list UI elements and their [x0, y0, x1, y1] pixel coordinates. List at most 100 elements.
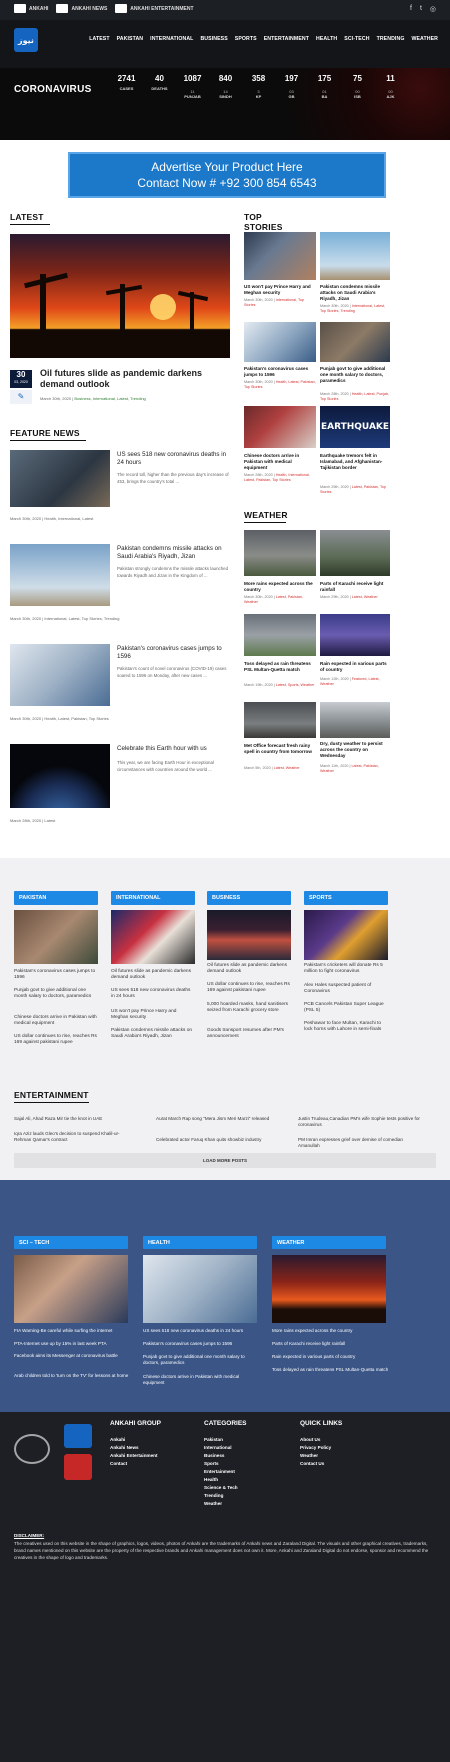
category-thumb-pakistan[interactable] [14, 910, 98, 964]
bottom-weather-item-1[interactable]: More rains expected across the country [272, 1328, 390, 1334]
bottom-health-item-4[interactable]: Chinese doctors arrive in Pakistan with … [143, 1374, 261, 1386]
feature-title-2[interactable]: Pakistan condemns missile attacks on Sau… [117, 545, 232, 561]
feature-title-1[interactable]: US sees 518 new coronavirus deaths in 24… [117, 451, 232, 467]
bottom-sci-tech-item-1[interactable]: FIA Warning-Be careful while surfing the… [14, 1328, 132, 1334]
facebook-icon[interactable]: f [410, 5, 412, 13]
bottom-category-button-sci-tech[interactable]: SCI – TECH [14, 1236, 128, 1249]
top-story-title-6[interactable]: Earthquake tremors felt in Islamabad, an… [320, 453, 390, 471]
site-logo[interactable]: نیوز [14, 28, 38, 52]
nav-item-international[interactable]: INTERNATIONAL [150, 36, 193, 42]
entertainment-item[interactable]: Iqra Aziz lauds Gleo's decision to suspe… [14, 1131, 132, 1143]
footer-link[interactable]: Trending [204, 1492, 223, 1500]
load-more-button[interactable]: LOAD MORE POSTS [14, 1153, 436, 1168]
nav-item-entertainment[interactable]: ENTERTAINMENT [264, 36, 309, 42]
category-button-pakistan[interactable]: PAKISTAN [14, 891, 98, 905]
network-link-ankahi-news[interactable]: ANKAHI NEWS [56, 4, 107, 13]
bottom-weather-item-2[interactable]: Parts of Karachi receive light rainfall [272, 1341, 390, 1347]
top-story-thumb-4[interactable] [320, 322, 390, 362]
entertainment-item[interactable]: PM Imran expresses grief over demise of … [298, 1137, 422, 1149]
top-story-thumb-5[interactable] [244, 406, 316, 448]
nav-item-latest[interactable]: LATEST [89, 36, 109, 42]
footer-link[interactable]: Ankahi News [110, 1444, 139, 1452]
footer-link[interactable]: International [204, 1444, 232, 1452]
weather-title-6[interactable]: Dry, dusty weather to persist across the… [320, 741, 390, 759]
lead-meta-tags[interactable]: Business, International, Latest, Trendin… [74, 396, 145, 401]
footer-link[interactable]: Sports [204, 1460, 219, 1468]
feature-thumb-1[interactable] [10, 450, 110, 507]
nav-item-sports[interactable]: SPORTS [235, 36, 257, 42]
category-international-item-1[interactable]: Oil futures slide as pandemic darkens de… [111, 969, 195, 981]
top-story-thumb-6[interactable]: EARTHQUAKE [320, 406, 390, 448]
nav-item-health[interactable]: HEALTH [316, 36, 337, 42]
category-pakistan-item-1[interactable]: Pakistan's coronavirus cases jumps to 15… [14, 969, 98, 981]
footer-link[interactable]: Privacy Policy [300, 1444, 331, 1452]
top-story-title-4[interactable]: Punjab govt to give additional one month… [320, 366, 390, 384]
category-business-item-3[interactable]: 5,000 hoarded masks, hand sanitisers sei… [207, 1002, 291, 1014]
footer-link[interactable]: Ankahi [110, 1436, 125, 1444]
bottom-category-button-weather[interactable]: WEATHER [272, 1236, 386, 1249]
top-story-thumb-2[interactable] [320, 232, 390, 280]
bottom-sci-tech-item-4[interactable]: Arab children told to 'turn on the TV' f… [14, 1373, 132, 1379]
weather-title-4[interactable]: Rain expected in various parts of countr… [320, 661, 390, 673]
entertainment-item[interactable]: Sajal Ali, Ahad Raza Mir tie the knot in… [14, 1116, 132, 1122]
weather-title-2[interactable]: Parts of Karachi receive light rainfall [320, 581, 390, 593]
category-international-item-3[interactable]: US won't pay Prince Harry and Meghan sec… [111, 1009, 195, 1021]
footer-link[interactable]: Science & Tech [204, 1484, 238, 1492]
footer-link[interactable]: Contact Us [300, 1460, 324, 1468]
category-thumb-sports[interactable] [304, 910, 388, 960]
feature-title-4[interactable]: Celebrate this Earth hour with us [117, 745, 232, 753]
weather-thumb-6[interactable] [320, 702, 390, 738]
feature-thumb-4[interactable] [10, 744, 110, 808]
footer-link[interactable]: Weather [204, 1500, 222, 1508]
nav-item-sci-tech[interactable]: SCI-TECH [344, 36, 369, 42]
weather-thumb-3[interactable] [244, 614, 316, 656]
footer-link[interactable]: About Us [300, 1436, 320, 1444]
entertainment-item[interactable]: Justin Trudeau,Canadian PM's wife Sophie… [298, 1116, 422, 1128]
feature-thumb-3[interactable] [10, 644, 110, 706]
category-pakistan-item-4[interactable]: US dollar continues to rise, reaches Rs … [14, 1034, 98, 1046]
bottom-thumb-health[interactable] [143, 1255, 257, 1323]
nav-item-pakistan[interactable]: PAKISTAN [117, 36, 144, 42]
category-sports-item-3[interactable]: PCB Cancels Pakistan Super League (PSL 5… [304, 1002, 388, 1014]
category-business-item-2[interactable]: US dollar continues to rise, reaches Rs … [207, 982, 291, 994]
network-link-ankahi-entertainment[interactable]: ANKAHI ENTERTAINMENT [115, 4, 194, 13]
feature-title-3[interactable]: Pakistan's coronavirus cases jumps to 15… [117, 645, 232, 661]
category-international-item-2[interactable]: US sees 518 new coronavirus deaths in 24… [111, 988, 195, 1000]
category-thumb-business[interactable] [207, 910, 291, 960]
weather-thumb-5[interactable] [244, 702, 316, 738]
feature-thumb-2[interactable] [10, 544, 110, 606]
bottom-health-item-3[interactable]: Punjab govt to give additional one month… [143, 1354, 261, 1366]
nav-item-trending[interactable]: TRENDING [377, 36, 405, 42]
twitter-icon[interactable]: t [420, 5, 422, 13]
lead-title[interactable]: Oil futures slide as pandemic darkens de… [40, 368, 230, 390]
category-business-item-4[interactable]: Goods transport resumes after PM's annou… [207, 1028, 291, 1040]
category-button-business[interactable]: BUSINESS [207, 891, 291, 905]
footer-link[interactable]: Ankahi Entertainment [110, 1452, 157, 1460]
category-button-international[interactable]: INTERNATIONAL [111, 891, 195, 905]
network-link-ankahi[interactable]: ANKAHI [14, 4, 48, 13]
lead-image[interactable] [10, 234, 230, 358]
top-story-thumb-1[interactable] [244, 232, 316, 280]
category-sports-item-4[interactable]: Peshawar to face Multan, Karachi to lock… [304, 1021, 388, 1033]
bottom-sci-tech-item-3[interactable]: Facebook aims its Messenger at coronavir… [14, 1353, 132, 1359]
category-thumb-international[interactable] [111, 910, 195, 964]
top-story-title-1[interactable]: US won't pay Prince Harry and Meghan sec… [244, 284, 316, 296]
entertainment-item[interactable]: Celebrated actor Faruq Khan quits showbi… [156, 1137, 274, 1143]
top-story-title-5[interactable]: Chinese doctors arrive in Pakistan with … [244, 453, 316, 471]
bottom-thumb-sci-tech[interactable] [14, 1255, 128, 1323]
top-story-thumb-3[interactable] [244, 322, 316, 362]
advertise-banner[interactable]: Advertise Your Product Here Contact Now … [68, 152, 386, 198]
top-story-title-3[interactable]: Pakistan's coronavirus cases jumps to 15… [244, 366, 316, 378]
category-sports-item-2[interactable]: Alex Hales suspected patient of Coronavi… [304, 983, 388, 995]
category-pakistan-item-3[interactable]: Chinese doctors arrive in Pakistan with … [14, 1015, 98, 1027]
bottom-category-button-health[interactable]: HEALTH [143, 1236, 257, 1249]
weather-title-3[interactable]: Toss delayed as rain threatens PSL Multa… [244, 661, 316, 673]
category-business-item-1[interactable]: Oil futures slide as pandemic darkens de… [207, 963, 291, 975]
footer-link[interactable]: Business [204, 1452, 224, 1460]
weather-title-5[interactable]: Met Office forecast fresh rainy spell in… [244, 743, 316, 755]
weather-thumb-4[interactable] [320, 614, 390, 656]
footer-link[interactable]: Entertainment [204, 1468, 235, 1476]
category-pakistan-item-2[interactable]: Punjab govt to give additional one month… [14, 988, 98, 1000]
footer-link[interactable]: Health [204, 1476, 218, 1484]
category-sports-item-1[interactable]: Pakistan's cricketers will donate Rs 5 m… [304, 963, 388, 975]
